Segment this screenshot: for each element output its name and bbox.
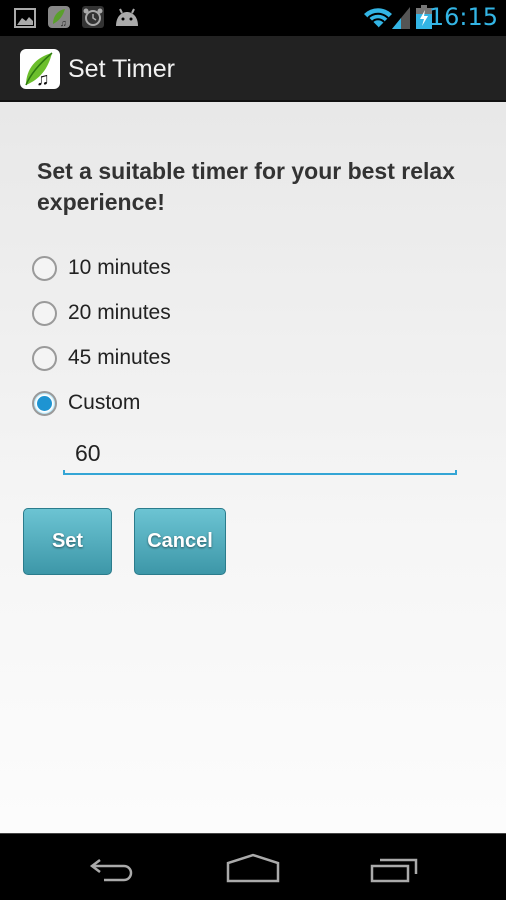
navigation-bar [0,833,506,900]
app-logo-icon[interactable]: ♫ [20,49,60,89]
radio-label: Custom [68,391,141,414]
radio-label: 45 minutes [68,346,171,369]
radio-option-45-minutes[interactable]: 45 minutes [32,342,171,374]
radio-button[interactable] [32,300,57,326]
radio-option-20-minutes[interactable]: 20 minutes [32,297,171,329]
svg-text:♫: ♫ [60,18,67,28]
set-button[interactable]: Set [23,508,112,575]
clock: 16:15 [428,3,498,31]
cancel-button[interactable]: Cancel [134,508,226,575]
radio-option-custom[interactable]: Custom [32,387,140,419]
radio-label: 20 minutes [68,301,171,324]
radio-button[interactable] [32,255,57,281]
page-title: Set Timer [68,55,175,83]
radio-button[interactable] [32,345,57,371]
radio-option-10-minutes[interactable]: 10 minutes [32,252,171,284]
alarm-clock-icon [82,6,104,28]
home-icon[interactable] [226,853,280,883]
back-icon[interactable] [88,854,138,884]
timer-form: Set a suitable timer for your best relax… [0,102,506,833]
android-icon [116,8,138,26]
radio-button-checked[interactable] [32,390,57,416]
input-underline [63,470,457,475]
gallery-icon [14,8,36,28]
status-bar: ♫ 16:15 [0,0,506,36]
relax-app-icon: ♫ [48,6,70,28]
instruction-heading: Set a suitable timer for your best relax… [37,158,455,215]
signal-icon [392,7,410,29]
radio-label: 10 minutes [68,256,171,279]
wifi-icon [364,8,392,29]
svg-text:♫: ♫ [36,69,50,89]
custom-minutes-input[interactable] [63,432,457,474]
action-bar: ♫ Set Timer [0,36,506,102]
recents-icon[interactable] [370,854,420,884]
